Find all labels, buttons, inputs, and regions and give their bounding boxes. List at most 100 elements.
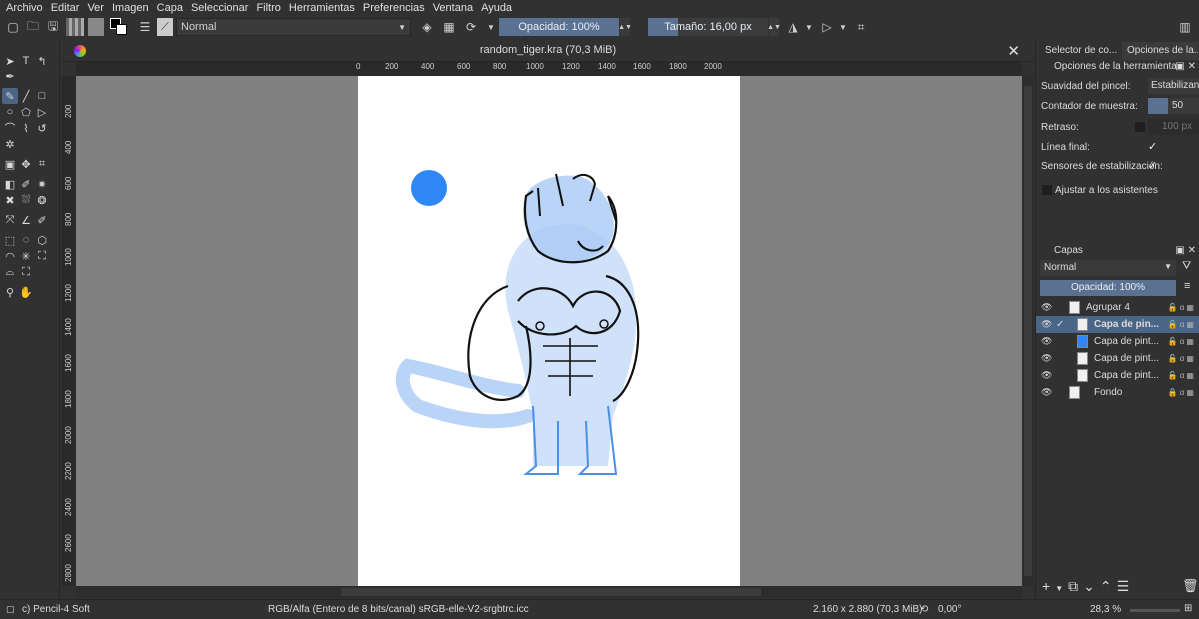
bezier-tool-icon[interactable]: ⌒ [2, 120, 18, 136]
opacity-slider[interactable]: Opacidad: 100% [499, 18, 619, 36]
scroll-thumb[interactable] [341, 588, 761, 596]
move-tool-icon[interactable]: ✥ [18, 156, 34, 172]
eye-icon[interactable]: 👁 [1041, 319, 1052, 330]
workspace-switcher-icon[interactable]: ▥ [1176, 18, 1194, 36]
transform-tool-icon[interactable]: ▣ [2, 156, 18, 172]
menu-imagen[interactable]: Imagen [112, 2, 149, 14]
eraser-icon[interactable]: ◈ [418, 18, 436, 36]
dynamic-brush-icon[interactable]: ↺ [34, 120, 50, 136]
layer-row[interactable]: 👁 Fondo 🔒α▦ [1036, 384, 1199, 401]
layer-blend-select[interactable]: Normal ▼ [1040, 260, 1176, 276]
magnetic-select-icon[interactable]: ⛶ [18, 264, 34, 280]
add-layer-icon[interactable]: + [1042, 578, 1055, 594]
opacity-spin-icon[interactable]: ▲▼ [618, 18, 632, 36]
menu-preferencias[interactable]: Preferencias [363, 2, 425, 14]
float-close-icon[interactable]: ▣ ✕ [1175, 61, 1196, 72]
edit-shapes-icon[interactable]: ↰ [34, 53, 50, 69]
vertical-scrollbar[interactable] [1022, 76, 1034, 586]
duplicate-layer-icon[interactable]: ⧉ [1068, 578, 1083, 594]
ellipse-tool-icon[interactable]: ○ [2, 104, 18, 120]
size-slider[interactable]: Tamaño: 16,00 px [648, 18, 768, 36]
freehand-path-icon[interactable]: ⌇ [18, 120, 34, 136]
sample-count-slider[interactable]: 50 [1148, 98, 1199, 114]
menu-icon[interactable]: ≡ [1184, 280, 1190, 292]
blend-mode-select[interactable]: Normal ▼ [176, 18, 411, 36]
fg-bg-color-icon[interactable] [110, 18, 128, 36]
zoom-fit-icon[interactable]: ⊞ [1184, 603, 1192, 614]
rectangle-tool-icon[interactable]: □ [34, 88, 50, 104]
menu-ventana[interactable]: Ventana [433, 2, 473, 14]
menu-archivo[interactable]: Archivo [6, 2, 43, 14]
ellipse-select-icon[interactable]: ◌ [18, 232, 34, 248]
mirror-h-dropdown-icon[interactable]: ▼ [800, 18, 818, 36]
measure-tool-icon[interactable]: ∠ [18, 212, 34, 228]
close-icon[interactable]: ✕ [1007, 42, 1020, 60]
select-shapes-icon[interactable]: ➤ [2, 53, 18, 69]
brush-settings-icon[interactable]: ☰ [136, 18, 154, 36]
move-down-icon[interactable]: ⌄ [1083, 578, 1100, 594]
menu-herramientas[interactable]: Herramientas [289, 2, 355, 14]
snap-assistants-checkbox[interactable] [1042, 185, 1052, 195]
delete-layer-icon[interactable]: 🗑 [1182, 578, 1199, 594]
freehand-select-icon[interactable]: ◠ [2, 248, 18, 264]
menu-editar[interactable]: Editar [51, 2, 80, 14]
layer-row[interactable]: 👁 Capa de pint... 🔓α▦ [1036, 333, 1199, 350]
canvas-paper[interactable] [358, 76, 740, 586]
add-dropdown-icon[interactable]: ▼ [1055, 584, 1068, 593]
rotation-icon[interactable]: ⟲ [920, 604, 928, 615]
assistant-tool-icon[interactable]: ⤧ [2, 212, 18, 228]
polyline-tool-icon[interactable]: ▷ [34, 104, 50, 120]
line-tool-icon[interactable]: ╱ [18, 88, 34, 104]
gradient-preset-icon[interactable] [66, 18, 84, 36]
colorize-mask-icon[interactable]: ✖ [2, 192, 18, 208]
eye-icon[interactable]: 👁 [1041, 370, 1052, 381]
polygon-select-icon[interactable]: ⬡ [34, 232, 50, 248]
layer-row[interactable]: 👁 Agrupar 4 🔓α▦ [1036, 299, 1199, 316]
new-document-icon[interactable]: ▢ [4, 18, 22, 36]
move-up-icon[interactable]: ⌃ [1100, 578, 1117, 594]
save-icon[interactable]: 🖫 [44, 18, 62, 36]
delay-input[interactable]: 100 px [1148, 119, 1199, 135]
menu-capa[interactable]: Capa [157, 2, 183, 14]
size-spin-icon[interactable]: ▲▼ [767, 18, 781, 36]
float-close-icon[interactable]: ▣ ✕ [1175, 245, 1196, 256]
eye-icon[interactable]: 👁 [1041, 302, 1052, 313]
eye-icon[interactable]: 👁 [1041, 387, 1052, 398]
brush-preset-icon[interactable]: ▢ [6, 604, 15, 615]
filter-icon[interactable]: ⛛ [1182, 260, 1191, 273]
enclose-fill-icon[interactable]: ❂ [34, 192, 50, 208]
horizontal-scrollbar[interactable] [76, 586, 1022, 598]
text-tool-icon[interactable]: T [18, 53, 34, 69]
scroll-thumb[interactable] [1024, 86, 1032, 576]
rect-select-icon[interactable]: ⬚ [2, 232, 18, 248]
similar-select-icon[interactable]: ⛶ [34, 248, 50, 264]
layer-row[interactable]: 👁 ✓ Capa de pin... 🔓α▦ [1036, 316, 1199, 333]
layer-row[interactable]: 👁 Capa de pint... 🔓α▦ [1036, 367, 1199, 384]
delay-checkbox[interactable] [1135, 122, 1145, 132]
wrap-around-icon[interactable]: ⌗ [852, 18, 870, 36]
mirror-v-dropdown-icon[interactable]: ▼ [834, 18, 852, 36]
contiguous-select-icon[interactable]: ✳ [18, 248, 34, 264]
zoom-slider[interactable] [1130, 609, 1180, 612]
layer-props-icon[interactable]: 🔓α▦ [1168, 320, 1196, 329]
menu-ayuda[interactable]: Ayuda [481, 2, 512, 14]
pattern-preset-icon[interactable] [88, 18, 104, 36]
zoom-tool-icon[interactable]: ⚲ [2, 284, 18, 300]
fill-tool-icon[interactable]: ⛆ [18, 192, 34, 208]
bezier-select-icon[interactable]: ⌓ [2, 264, 18, 280]
reload-preset-icon[interactable]: ⟳ [462, 18, 480, 36]
calligraphy-icon[interactable]: ✒ [2, 68, 18, 84]
crop-tool-icon[interactable]: ⌗ [34, 156, 50, 172]
smart-patch-icon[interactable]: ✷ [34, 176, 50, 192]
lock-icon[interactable]: 🔒α▦ [1168, 388, 1196, 397]
layer-props-icon[interactable]: 🔓α▦ [1168, 354, 1196, 363]
finish-line-checkbox[interactable]: ✓ [1148, 140, 1157, 153]
canvas-viewport[interactable] [76, 76, 1022, 586]
eye-icon[interactable]: 👁 [1041, 353, 1052, 364]
layer-row[interactable]: 👁 Capa de pint... 🔓α▦ [1036, 350, 1199, 367]
reference-tool-icon[interactable]: ✐ [34, 212, 50, 228]
layer-props-icon[interactable]: 🔓α▦ [1168, 303, 1196, 312]
menu-filtro[interactable]: Filtro [256, 2, 280, 14]
reload-dropdown-icon[interactable]: ▼ [482, 18, 500, 36]
document-tab[interactable]: random_tiger.kra (70,3 MiB) ✕ [62, 40, 1034, 62]
